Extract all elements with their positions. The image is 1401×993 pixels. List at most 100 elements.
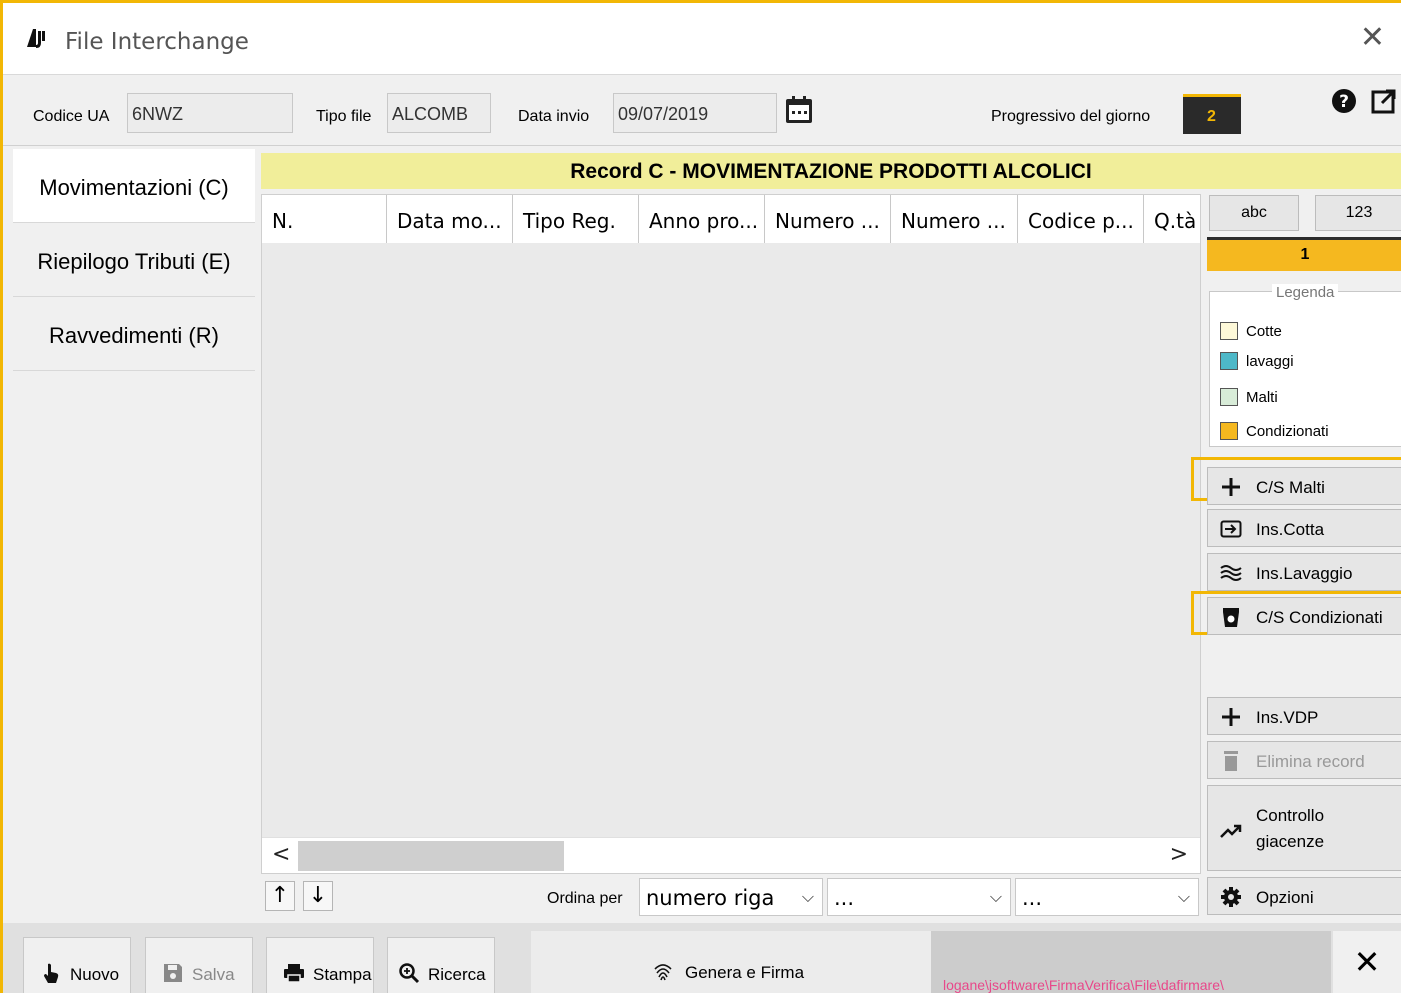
ins-lavaggio-label: Ins.Lavaggio [1256, 564, 1353, 583]
trash-icon [1224, 751, 1238, 771]
sort-select-1-value: numero riga [646, 886, 775, 910]
chevron-down-icon: ⌵ [989, 887, 1002, 906]
sort-select-2[interactable]: ... ⌵ [827, 878, 1011, 916]
legend-item-lavaggi: lavaggi [1220, 352, 1294, 370]
window-title: File Interchange [65, 29, 249, 55]
controllo-label-line2: giacenze [1256, 832, 1325, 851]
progressivo-label: Progressivo del giorno [991, 108, 1151, 125]
calendar-icon[interactable] [783, 94, 815, 126]
sidebar-item-movimentazioni[interactable]: Movimentazioni (C) [13, 149, 255, 223]
ins-vdp-label: Ins.VDP [1256, 708, 1319, 727]
plus-icon [1222, 708, 1240, 726]
legend-item-condizionati: Condizionati [1220, 422, 1329, 440]
output-path-area: logane\jsoftware\FirmaVerifica\File\dafi… [931, 931, 1331, 993]
swatch-condizionati [1220, 422, 1238, 440]
table-header: N. Data mo... Tipo Reg. Anno pro... Nume… [262, 195, 1200, 243]
plus-icon [1222, 478, 1240, 496]
title-bar: File Interchange ✕ [3, 3, 1401, 75]
salva-button[interactable]: Salva [145, 937, 253, 993]
output-path-text: logane\jsoftware\FirmaVerifica\File\dafi… [943, 977, 1224, 993]
fingerprint-icon [654, 964, 672, 981]
save-icon [164, 964, 182, 982]
genera-e-firma-button[interactable]: Genera e Firma [531, 931, 931, 993]
stampa-button[interactable]: Stampa [266, 937, 374, 993]
gear-icon [1221, 887, 1241, 907]
ins-vdp-button[interactable]: Ins.VDP [1207, 697, 1401, 735]
hand-pointer-icon [44, 963, 59, 983]
column-header[interactable]: Anno pro... [639, 195, 765, 243]
sidebar-item-ravvedimenti[interactable]: Ravvedimenti (R) [13, 297, 255, 371]
printer-icon [284, 964, 304, 983]
scrollbar-thumb[interactable] [298, 841, 564, 871]
enter-icon [1220, 520, 1242, 538]
cs-malti-button[interactable]: C/S Malti [1207, 467, 1401, 505]
trend-icon [1220, 824, 1242, 838]
svg-text:?: ? [1339, 92, 1349, 112]
sort-select-3-value: ... [1022, 886, 1043, 910]
legend-title: Legenda [1272, 284, 1339, 301]
column-header[interactable]: N. [262, 195, 387, 243]
column-header[interactable]: Numero ... [765, 195, 891, 243]
horizontal-scrollbar[interactable]: < > [262, 837, 1200, 873]
legend-label: Cotte [1246, 323, 1282, 340]
tipo-file-field[interactable]: ALCOMB [387, 93, 491, 133]
column-header[interactable]: Numero ... [891, 195, 1018, 243]
opzioni-button[interactable]: Opzioni [1207, 877, 1401, 915]
window-close-button[interactable]: ✕ [1360, 23, 1385, 53]
can-icon [1223, 608, 1239, 627]
ins-lavaggio-button[interactable]: Ins.Lavaggio [1207, 553, 1401, 591]
column-header[interactable]: Data mo... [387, 195, 513, 243]
help-icon[interactable]: ? [1331, 88, 1357, 114]
nuovo-button[interactable]: Nuovo [23, 937, 131, 993]
elimina-record-label: Elimina record [1256, 752, 1365, 771]
controllo-giacenze-button[interactable]: Controllo giacenze [1207, 785, 1401, 871]
sidebar: Movimentazioni (C) Riepilogo Tributi (E)… [3, 149, 255, 919]
column-header[interactable]: Tipo Reg. [513, 195, 639, 243]
genera-e-firma-label: Genera e Firma [685, 963, 805, 982]
ins-cotta-label: Ins.Cotta [1256, 520, 1325, 539]
controllo-label-line1: Controllo [1256, 806, 1325, 825]
chevron-down-icon: ⌵ [801, 887, 814, 906]
progressivo-value: 2 [1183, 94, 1241, 134]
external-link-icon[interactable] [1371, 88, 1397, 114]
mode-123-button[interactable]: 123 [1315, 195, 1401, 231]
legend-label: lavaggi [1246, 353, 1294, 370]
waves-icon [1220, 565, 1242, 581]
cs-condizionati-button[interactable]: C/S Condizionati [1207, 597, 1401, 635]
swatch-lavaggi [1220, 352, 1238, 370]
salva-label: Salva [192, 965, 235, 984]
footer-close-button[interactable]: ✕ [1333, 931, 1401, 993]
chevron-down-icon: ⌵ [1177, 887, 1190, 906]
data-invio-label: Data invio [518, 108, 590, 125]
sidebar-item-riepilogo-tributi[interactable]: Riepilogo Tributi (E) [13, 223, 255, 297]
data-invio-field[interactable]: 09/07/2019 [613, 93, 777, 133]
mode-abc-button[interactable]: abc [1209, 195, 1299, 231]
swatch-cotte [1220, 322, 1238, 340]
scroll-left-icon[interactable]: < [272, 842, 290, 867]
move-up-button[interactable]: ↑ [265, 881, 295, 911]
opzioni-label: Opzioni [1256, 888, 1314, 907]
cs-malti-label: C/S Malti [1256, 478, 1325, 497]
legend-label: Condizionati [1246, 423, 1329, 440]
codice-ua-field[interactable]: 6NWZ [127, 93, 293, 133]
right-panel: abc 123 1 Legenda Cotte lavaggi Malti Co… [1191, 151, 1401, 921]
elimina-record-button[interactable]: Elimina record [1207, 741, 1401, 779]
ricerca-button[interactable]: Ricerca [387, 937, 495, 993]
ordina-per-label: Ordina per [547, 890, 623, 907]
sort-select-3[interactable]: ... ⌵ [1015, 878, 1199, 916]
ricerca-label: Ricerca [428, 965, 486, 984]
tipo-file-label: Tipo file [316, 108, 372, 125]
legend-box: Legenda Cotte lavaggi Malti Condizionati [1209, 284, 1401, 447]
scroll-right-icon[interactable]: > [1170, 842, 1188, 867]
ins-cotta-button[interactable]: Ins.Cotta [1207, 509, 1401, 547]
move-down-button[interactable]: ↓ [303, 881, 333, 911]
sort-select-1[interactable]: numero riga ⌵ [639, 878, 823, 916]
records-table[interactable]: N. Data mo... Tipo Reg. Anno pro... Nume… [261, 194, 1201, 874]
record-counter: 1 [1207, 237, 1401, 271]
sort-bar: ↑ ↓ Ordina per numero riga ⌵ ... ⌵ ... ⌵ [261, 876, 1201, 918]
codice-ua-label: Codice UA [33, 108, 110, 125]
column-header[interactable]: Q.tà [1144, 195, 1200, 243]
stampa-label: Stampa [313, 965, 372, 984]
column-header[interactable]: Codice p... [1018, 195, 1144, 243]
sort-select-2-value: ... [834, 886, 855, 910]
